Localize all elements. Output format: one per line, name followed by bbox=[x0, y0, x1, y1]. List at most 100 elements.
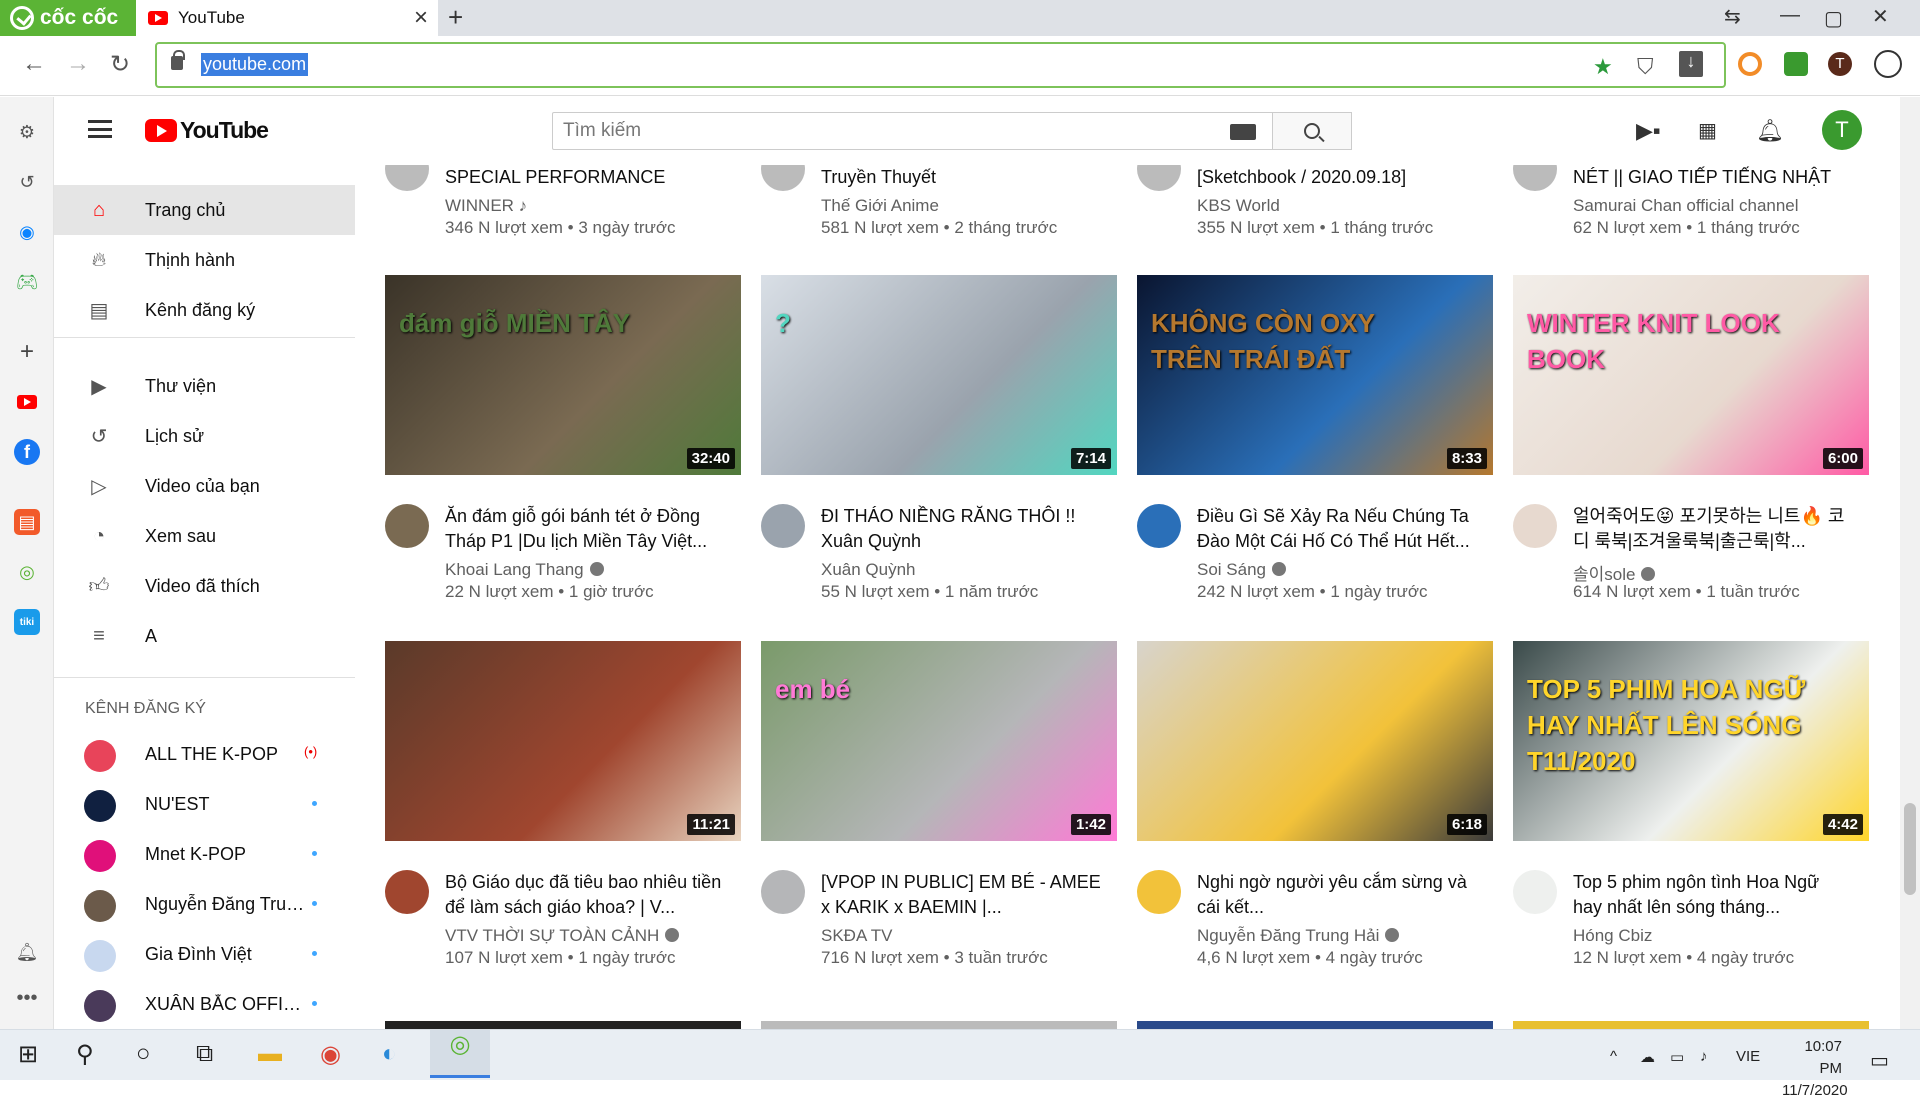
input-language[interactable]: VIE bbox=[1736, 1048, 1760, 1065]
guide-item[interactable]: ⌂ Trang chủ bbox=[54, 185, 355, 235]
channel-name[interactable]: Thế Giới Anime bbox=[821, 196, 939, 216]
video-thumbnail[interactable] bbox=[1137, 1021, 1493, 1029]
onedrive-icon[interactable]: ☁ bbox=[1640, 1048, 1655, 1066]
channel-avatar[interactable] bbox=[385, 870, 429, 914]
channel-name[interactable]: WINNER ♪ bbox=[445, 196, 527, 216]
channel-name[interactable]: Nguyễn Đăng Trung Hải bbox=[1197, 926, 1400, 946]
video-title[interactable]: SPECIAL PERFORMANCE VIDEO bbox=[445, 165, 725, 190]
channel-name[interactable]: SKĐA TV bbox=[821, 926, 893, 946]
maximize-button[interactable]: ▢ bbox=[1824, 6, 1843, 31]
minimize-button[interactable]: — bbox=[1780, 4, 1800, 27]
video-title[interactable]: [VPOP IN PUBLIC] EM BÉ - AMEE x KARIK x … bbox=[821, 870, 1101, 920]
video-thumbnail[interactable]: WINTER KNIT LOOK BOOK 6:00 bbox=[1513, 275, 1869, 475]
profile-avatar[interactable]: T bbox=[1828, 52, 1852, 76]
channel-name[interactable]: VTV THỜI SỰ TOÀN CẢNH bbox=[445, 926, 680, 946]
back-button[interactable]: ← bbox=[22, 50, 46, 78]
subscription-item[interactable]: XUÂN BẮC OFFICI... bbox=[54, 980, 355, 1030]
shopping-icon[interactable]: ▤ bbox=[14, 509, 40, 535]
close-tab-icon[interactable]: × bbox=[414, 4, 428, 32]
tiki-icon[interactable]: tiki bbox=[14, 609, 40, 635]
channel-avatar[interactable] bbox=[761, 870, 805, 914]
taskbar-search-icon[interactable]: ⚲ bbox=[76, 1040, 94, 1069]
keyboard-icon[interactable] bbox=[1230, 124, 1256, 140]
video-thumbnail[interactable] bbox=[761, 1021, 1117, 1029]
action-center-icon[interactable]: ▭ bbox=[1870, 1048, 1889, 1073]
channel-avatar[interactable] bbox=[385, 504, 429, 548]
video-thumbnail[interactable]: KHÔNG CÒN OXY TRÊN TRÁI ĐẤT 8:33 bbox=[1137, 275, 1493, 475]
subscription-item[interactable]: NU'EST bbox=[54, 780, 355, 830]
volume-icon[interactable]: ♪ bbox=[1700, 1048, 1708, 1065]
guide-item[interactable]: 🔥︎ Thịnh hành bbox=[54, 235, 355, 285]
subscription-item[interactable]: Gia Đình Việt bbox=[54, 930, 355, 980]
page-scrollbar[interactable] bbox=[1900, 97, 1920, 1029]
youtube-app-icon[interactable] bbox=[14, 389, 40, 415]
more-icon[interactable]: ••• bbox=[14, 985, 40, 1011]
video-title[interactable]: [Sketchbook / 2020.09.18] bbox=[1197, 165, 1477, 190]
video-thumbnail[interactable]: 6:18 bbox=[1137, 641, 1493, 841]
video-title[interactable]: 얼어죽어도😝 포기못하는 니트🔥 코디 룩북|조겨울룩북|출근룩|학... bbox=[1573, 504, 1853, 554]
edge-icon[interactable]: ◐ bbox=[382, 1040, 397, 1068]
channel-name[interactable]: Samurai Chan official channel bbox=[1573, 196, 1799, 216]
video-title[interactable]: Truyền Thuyết bbox=[821, 165, 1101, 190]
channel-avatar[interactable] bbox=[1513, 165, 1557, 191]
coccoc-app-icon[interactable]: ◎ bbox=[14, 559, 40, 585]
restore-tabs-icon[interactable]: ⇆ bbox=[1724, 4, 1741, 29]
guide-item[interactable]: ≡ A bbox=[54, 611, 355, 661]
add-app-icon[interactable]: + bbox=[14, 338, 40, 365]
youtube-logo[interactable]: YouTube bbox=[145, 117, 269, 144]
video-title[interactable]: Bộ Giáo dục đã tiêu bao nhiêu tiền để là… bbox=[445, 870, 725, 920]
notifications-icon[interactable]: 🔔︎ bbox=[14, 939, 40, 965]
subscription-item[interactable]: ALL THE K-POP (•) bbox=[54, 730, 355, 780]
subscription-item[interactable]: Nguyễn Đăng Trun... bbox=[54, 880, 355, 930]
channel-avatar[interactable] bbox=[1137, 504, 1181, 548]
channel-avatar[interactable] bbox=[385, 165, 429, 191]
bookmark-star-icon[interactable]: ★ bbox=[1593, 54, 1613, 80]
video-thumbnail[interactable]: TOP 5 PHIM HOA NGỮ HAY NHẤT LÊN SÓNG T11… bbox=[1513, 641, 1869, 841]
close-window-button[interactable]: ✕ bbox=[1872, 4, 1889, 29]
task-view-icon[interactable]: ⧉ bbox=[196, 1040, 213, 1068]
search-button[interactable] bbox=[1272, 112, 1352, 150]
guide-item[interactable]: 👍︎ Video đã thích bbox=[54, 561, 355, 611]
channel-name[interactable]: KBS World bbox=[1197, 196, 1280, 216]
video-thumbnail[interactable]: đám giỗ MIỀN TÂY 32:40 bbox=[385, 275, 741, 475]
channel-avatar[interactable] bbox=[1513, 870, 1557, 914]
extensions-puzzle-icon[interactable] bbox=[1784, 52, 1808, 76]
search-input[interactable]: Tìm kiếm bbox=[552, 112, 1273, 150]
video-title[interactable]: Top 5 phim ngôn tình Hoa Ngữ hay nhất lê… bbox=[1573, 870, 1853, 920]
new-tab-button[interactable]: + bbox=[448, 2, 463, 33]
guide-item[interactable]: ◔ Xem sau bbox=[54, 511, 355, 561]
apps-grid-icon[interactable]: ▦ bbox=[1698, 118, 1717, 143]
browser-menu-icon[interactable] bbox=[1874, 50, 1902, 78]
extension-savior-icon[interactable] bbox=[1738, 52, 1762, 76]
video-title[interactable]: NÉT || GIAO TIẾP TIẾNG NHẬT ||... bbox=[1573, 165, 1853, 190]
cortana-icon[interactable]: ○ bbox=[136, 1040, 151, 1068]
settings-icon[interactable]: ⚙ bbox=[14, 119, 40, 145]
url-text[interactable]: youtube.com bbox=[201, 53, 309, 76]
game-icon[interactable]: 🎮︎ bbox=[14, 269, 40, 295]
windows-start-icon[interactable]: ⊞ bbox=[18, 1040, 38, 1069]
video-title[interactable]: Điều Gì Sẽ Xảy Ra Nếu Chúng Ta Đào Một C… bbox=[1197, 504, 1477, 554]
guide-item[interactable]: ▷ Video của bạn bbox=[54, 461, 355, 511]
channel-name[interactable]: Hóng Cbiz bbox=[1573, 926, 1652, 946]
video-thumbnail[interactable] bbox=[1513, 1021, 1869, 1029]
messenger-icon[interactable]: ◉ bbox=[14, 219, 40, 245]
coccoc-taskbar-icon[interactable]: ◎ bbox=[430, 1030, 490, 1078]
coccoc-menu-button[interactable]: cốc cốc bbox=[0, 0, 136, 36]
video-thumbnail[interactable]: em bé 1:42 bbox=[761, 641, 1117, 841]
video-thumbnail[interactable]: 11:21 bbox=[385, 641, 741, 841]
facebook-icon[interactable]: f bbox=[14, 439, 40, 465]
create-video-icon[interactable]: ▶︎▪ bbox=[1636, 118, 1661, 144]
subscription-item[interactable]: Mnet K-POP bbox=[54, 830, 355, 880]
guide-item[interactable]: ▤ Kênh đăng ký bbox=[54, 285, 355, 335]
channel-name[interactable]: Soi Sáng bbox=[1197, 560, 1286, 580]
channel-avatar[interactable] bbox=[761, 504, 805, 548]
guide-menu-icon[interactable] bbox=[88, 120, 112, 138]
forward-button[interactable]: → bbox=[66, 50, 90, 78]
battery-icon[interactable]: ▭ bbox=[1670, 1048, 1684, 1066]
channel-avatar[interactable] bbox=[761, 165, 805, 191]
tab-youtube[interactable]: YouTube × bbox=[136, 0, 438, 36]
history-icon[interactable]: ↺ bbox=[14, 169, 40, 195]
scrollbar-thumb[interactable] bbox=[1904, 803, 1916, 895]
video-title[interactable]: Ăn đám giỗ gói bánh tét ở Đồng Tháp P1 |… bbox=[445, 504, 725, 554]
channel-avatar[interactable] bbox=[1137, 165, 1181, 191]
